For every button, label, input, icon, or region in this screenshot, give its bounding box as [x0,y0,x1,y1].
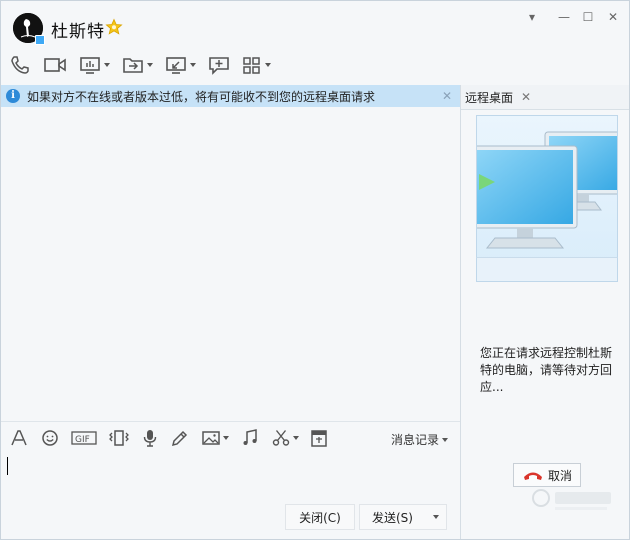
chat-header: 杜斯特 ▾ — ☐ ✕ [1,1,629,85]
emoji-button[interactable] [40,428,60,448]
hangup-icon [523,472,542,480]
screen-share-button[interactable] [79,53,110,77]
input-toolbar: GIF 消息记录 [9,427,454,449]
close-icon[interactable]: ✕ [442,89,452,103]
screen-share-icon [80,57,100,74]
music-icon [243,429,257,445]
video-icon [44,58,66,72]
online-status-icon [35,35,45,45]
maximize-icon[interactable]: ☐ [580,9,596,25]
shake-icon [109,430,129,446]
svg-text:GIF: GIF [75,435,90,445]
chevron-down-icon [223,436,229,440]
file-transfer-button[interactable] [122,53,153,77]
clipboard-button[interactable] [310,428,328,448]
image-button[interactable] [201,428,229,448]
clipboard-icon [311,430,327,447]
chevron-down-icon [265,63,271,67]
contact-name[interactable]: 杜斯特 [51,17,105,42]
video-call-button[interactable] [43,53,67,77]
emoji-icon [42,430,58,446]
chevron-down-icon [442,437,448,442]
send-button[interactable]: 发送(S) [359,504,425,530]
apps-icon [243,57,260,74]
tab-label: 远程桌面 [465,90,514,105]
dropdown-icon[interactable]: ▾ [524,9,540,25]
chevron-down-icon [293,436,299,440]
shake-button[interactable] [108,428,130,448]
remote-desktop-icon [166,57,186,74]
right-panel-tabbar: 远程桌面 ✕ [461,85,629,110]
music-button[interactable] [240,428,260,448]
voice-icon [143,430,157,447]
info-icon: i [6,89,20,103]
phone-icon [11,56,29,74]
chevron-down-icon [104,63,110,67]
screenshot-button[interactable] [271,428,299,448]
message-add-icon [209,57,229,75]
illustration-footer [476,257,618,282]
handwriting-icon [171,430,188,447]
remote-request-status: 您正在请求远程控制杜斯特的电脑，请等待对方回应... [480,346,613,394]
gif-icon: GIF [71,431,97,445]
message-area[interactable] [1,107,460,421]
gif-button[interactable]: GIF [71,428,97,448]
cancel-button[interactable]: 取消 [513,463,581,487]
message-input[interactable] [1,451,460,501]
tab-remote-desktop[interactable]: 远程桌面 ✕ [465,85,531,109]
minimize-icon[interactable]: — [556,9,572,25]
close-button[interactable]: 关闭(C) [285,504,355,530]
info-notice-text: 如果对方不在线或者版本过低，将有可能收不到您的远程桌面请求 [27,89,376,104]
chat-window: 杜斯特 ▾ — ☐ ✕ i 如果对方不在线或者版本过低，将有可能收不到您的远程桌… [0,0,630,540]
font-button[interactable] [9,428,29,448]
divider [1,421,460,422]
header-toolbar [9,53,283,77]
file-transfer-icon [123,58,143,73]
text-cursor [7,457,8,475]
watermark-icon [532,489,611,510]
remote-desktop-button[interactable] [165,53,196,77]
screenshot-icon [272,430,290,446]
message-add-button[interactable] [208,53,230,77]
close-icon[interactable]: ✕ [521,90,531,104]
message-history-label: 消息记录 [390,433,439,447]
cancel-label: 取消 [547,468,572,483]
close-icon[interactable]: ✕ [605,9,621,25]
chevron-down-icon [432,515,439,519]
voice-button[interactable] [141,428,159,448]
message-history-button[interactable]: 消息记录 [391,431,448,448]
info-notice-bar: i 如果对方不在线或者版本过低，将有可能收不到您的远程桌面请求 ✕ [1,85,460,107]
send-options-button[interactable] [425,504,447,530]
phone-button[interactable] [9,53,31,77]
apps-button[interactable] [242,53,271,77]
handwriting-button[interactable] [170,428,190,448]
star-icon[interactable] [105,18,123,36]
chevron-down-icon [190,63,196,67]
monitors-icon [477,131,617,249]
font-icon [11,430,27,446]
image-icon [202,431,220,445]
chevron-down-icon [147,63,153,67]
